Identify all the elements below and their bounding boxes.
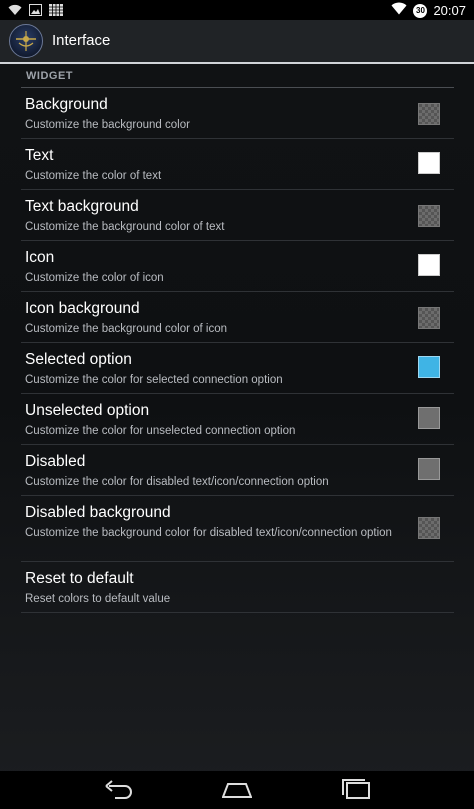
pref-summary: Customize the background color of icon [25,323,227,335]
pref-text[interactable]: Text Customize the color of text [21,139,454,190]
preferences-list: WIDGET Background Customize the backgrou… [21,64,454,613]
pref-summary: Customize the background color for disab… [25,527,392,539]
pref-title: Reset to default [25,570,134,587]
recents-icon[interactable] [342,779,372,804]
pref-title: Background [25,96,108,113]
pref-unselected-option[interactable]: Unselected option Customize the color fo… [21,394,454,445]
clock: 20:07 [433,3,466,18]
pref-selected-option[interactable]: Selected option Customize the color for … [21,343,454,394]
color-swatch[interactable] [418,517,440,539]
pref-summary: Customize the color for unselected conne… [25,425,296,437]
status-bar: 30 20:07 [0,0,474,20]
home-icon[interactable] [221,779,253,804]
pref-summary: Customize the background color [25,119,190,131]
pref-title: Icon background [25,300,140,317]
status-icons-left [8,3,63,21]
pref-icon[interactable]: Icon Customize the color of icon [21,241,454,292]
action-bar: Interface [0,20,474,62]
color-swatch[interactable] [418,205,440,227]
pref-title: Disabled background [25,504,171,521]
pref-background[interactable]: Background Customize the background colo… [21,88,454,139]
color-swatch[interactable] [418,103,440,125]
pref-title: Icon [25,249,55,266]
wifi-icon [8,3,22,21]
pref-text-background[interactable]: Text background Customize the background… [21,190,454,241]
pref-disabled-background[interactable]: Disabled background Customize the backgr… [21,496,454,562]
status-icons-right: 30 20:07 [391,2,466,20]
pref-disabled[interactable]: Disabled Customize the color for disable… [21,445,454,496]
alarm-icon: 30 [413,4,428,18]
pref-reset-to-default[interactable]: Reset to default Reset colors to default… [21,562,454,613]
color-swatch[interactable] [418,254,440,276]
pref-summary: Customize the color for selected connect… [25,374,283,386]
pref-title: Text [25,147,54,164]
pref-summary: Customize the color for disabled text/ic… [25,476,329,488]
pref-summary: Reset colors to default value [25,593,171,605]
app-logo-icon[interactable] [9,24,43,58]
navigation-bar [0,771,474,809]
pref-title: Text background [25,198,139,215]
pref-title: Selected option [25,351,132,368]
page-title: Interface [52,32,111,49]
picture-icon [29,3,42,21]
section-header: WIDGET [21,64,454,88]
pref-title: Unselected option [25,402,150,419]
pref-summary: Customize the background color of text [25,221,225,233]
wifi-signal-icon [391,2,407,20]
grid-icon [49,3,63,21]
color-swatch[interactable] [418,458,440,480]
pref-icon-background[interactable]: Icon background Customize the background… [21,292,454,343]
color-swatch[interactable] [418,152,440,174]
color-swatch[interactable] [418,407,440,429]
pref-summary: Customize the color of icon [25,272,164,284]
pref-title: Disabled [25,453,86,470]
color-swatch[interactable] [418,307,440,329]
back-icon[interactable] [103,779,133,804]
pref-summary: Customize the color of text [25,170,162,182]
color-swatch[interactable] [418,356,440,378]
